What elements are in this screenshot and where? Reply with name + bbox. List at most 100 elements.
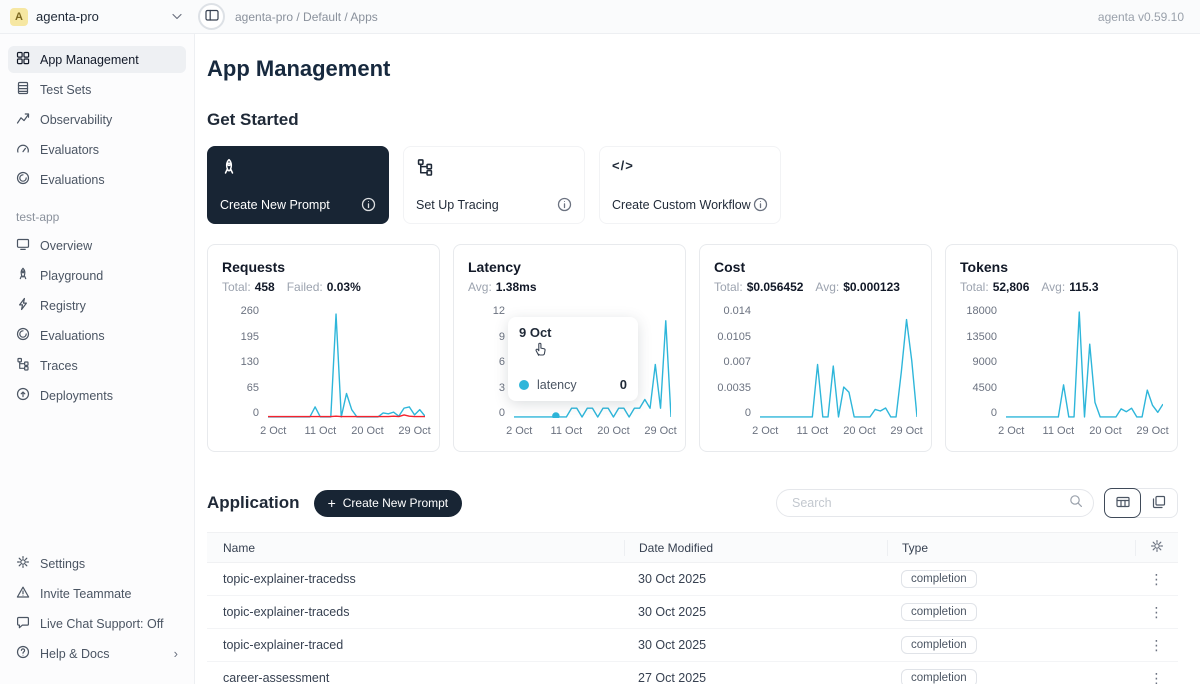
table-row[interactable]: topic-explainer-traced30 Oct 2025complet… (207, 629, 1178, 662)
sidebar-item-invite-teammate[interactable]: Invite Teammate (8, 580, 186, 607)
table-view-button[interactable] (1104, 488, 1141, 518)
y-tick-label: 0.014 (723, 305, 751, 317)
create-new-prompt-card[interactable]: Create New Prompt (207, 146, 389, 224)
stat: Avg:1.38ms (468, 280, 537, 294)
y-tick-label: 12 (493, 305, 505, 317)
card-label: Create New Prompt (220, 198, 330, 212)
sidebar-item-traces[interactable]: Traces (8, 352, 186, 379)
sidebar-item-help-docs[interactable]: Help & Docs› (8, 640, 186, 667)
y-tick-label: 0.007 (723, 356, 751, 368)
tooltip-value: 0 (620, 377, 627, 392)
search-input[interactable] (790, 495, 1069, 511)
row-menu-icon[interactable]: ⋮ (1150, 671, 1164, 684)
workspace-selector[interactable]: A agenta-pro (10, 8, 182, 26)
x-tick-label: 11 Oct (797, 425, 829, 437)
search-box (776, 489, 1094, 517)
sidebar-item-live-chat-support-off[interactable]: Live Chat Support: Off (8, 610, 186, 637)
x-tick-label: 29 Oct (644, 425, 676, 437)
breadcrumb[interactable]: agenta-pro / Default / Apps (235, 10, 378, 24)
hovered-point-marker (552, 412, 560, 418)
grid-icon (16, 51, 30, 68)
chart: 260195130650 (222, 310, 425, 419)
column-header-name[interactable]: Name (207, 540, 624, 556)
sidebar-item-evaluations[interactable]: Evaluations (8, 166, 186, 193)
cell-type: completion (887, 570, 1135, 588)
stat-card-stats: Avg:1.38ms (468, 280, 671, 294)
set-up-tracing-card[interactable]: Set Up Tracing (403, 146, 585, 224)
stat: Total:458 (222, 280, 275, 294)
chart-plot (1006, 310, 1163, 418)
sidebar-item-label: Observability (40, 113, 112, 127)
x-tick-label: 20 Oct (351, 425, 383, 437)
deploy-icon (16, 387, 30, 404)
project-label: test-app (16, 210, 178, 224)
gear-icon (16, 555, 30, 572)
stat-value: 115.3 (1069, 280, 1098, 294)
cell-date-modified: 30 Oct 2025 (624, 638, 887, 652)
sidebar-item-label: Deployments (40, 389, 113, 403)
x-tick-label: 20 Oct (597, 425, 629, 437)
y-tick-label: 195 (241, 331, 259, 343)
series-dot (519, 380, 529, 390)
row-menu-icon[interactable]: ⋮ (1150, 638, 1164, 652)
stat-value: 0.03% (327, 280, 361, 294)
table-header: Name Date Modified Type (207, 533, 1178, 563)
info-icon[interactable] (557, 197, 572, 212)
column-settings[interactable] (1135, 540, 1178, 556)
chart-y-axis: 260195130650 (222, 305, 268, 419)
x-tick-label: 2 Oct (752, 425, 778, 437)
chart: 1800013500900045000 (960, 310, 1163, 419)
row-menu-icon[interactable]: ⋮ (1150, 572, 1164, 586)
gauge-icon (16, 141, 30, 158)
stat-value: 52,806 (993, 280, 1030, 294)
cell-name: topic-explainer-tracedss (207, 572, 624, 586)
stat-card-stats: Total:52,806 Avg:115.3 (960, 280, 1163, 294)
sidebar-item-observability[interactable]: Observability (8, 106, 186, 133)
y-tick-label: 9000 (973, 356, 997, 368)
table-row[interactable]: topic-explainer-tracedss30 Oct 2025compl… (207, 563, 1178, 596)
sidebar-item-playground[interactable]: Playground (8, 262, 186, 289)
sidebar-item-evaluators[interactable]: Evaluators (8, 136, 186, 163)
sidebar-item-overview[interactable]: Overview (8, 232, 186, 259)
tooltip-series-label: latency (537, 378, 577, 392)
y-tick-label: 260 (241, 305, 259, 317)
main-content: App Management Get Started Create New Pr… (195, 34, 1200, 684)
sidebar-item-label: Evaluators (40, 143, 99, 157)
sidebar-item-label: Evaluations (40, 173, 105, 187)
stat: Total:52,806 (960, 280, 1029, 294)
stat-card-cost: Cost Total:$0.056452Avg:$0.000123 0.0140… (699, 244, 932, 452)
gear-icon (1150, 539, 1164, 556)
cell-name: career-assessment (207, 671, 624, 684)
type-badge: completion (901, 636, 977, 654)
tooltip-date: 9 Oct (519, 325, 627, 340)
info-icon[interactable] (753, 197, 768, 212)
y-tick-label: 130 (241, 356, 259, 368)
chart-x-axis: 2 Oct11 Oct20 Oct29 Oct (760, 425, 917, 441)
stat: Avg:115.3 (1041, 280, 1098, 294)
table-row[interactable]: career-assessment27 Oct 2025completion⋮ (207, 662, 1178, 684)
sidebar-item-test-sets[interactable]: Test Sets (8, 76, 186, 103)
sidebar-item-label: Playground (40, 269, 103, 283)
y-tick-label: 9 (499, 331, 505, 343)
column-header-type[interactable]: Type (887, 540, 1135, 556)
table-row[interactable]: topic-explainer-traceds30 Oct 2025comple… (207, 596, 1178, 629)
sidebar-item-settings[interactable]: Settings (8, 550, 186, 577)
stat-value: $0.000123 (843, 280, 900, 294)
y-tick-label: 0 (745, 407, 751, 419)
x-tick-label: 11 Oct (1043, 425, 1075, 437)
stat-card-title: Latency (468, 259, 671, 275)
sidebar-item-app-management[interactable]: App Management (8, 46, 186, 73)
sidebar-item-deployments[interactable]: Deployments (8, 382, 186, 409)
sidebar-collapse-button[interactable] (198, 3, 225, 30)
page-title: App Management (207, 56, 1178, 82)
column-header-date-modified[interactable]: Date Modified (624, 540, 887, 556)
sidebar-item-evaluations[interactable]: Evaluations (8, 322, 186, 349)
sidebar-item-registry[interactable]: Registry (8, 292, 186, 319)
cell-date-modified: 30 Oct 2025 (624, 572, 887, 586)
create-custom-workflow-card[interactable]: </> Create Custom Workflow (599, 146, 781, 224)
card-view-button[interactable] (1140, 489, 1177, 517)
row-menu-icon[interactable]: ⋮ (1150, 605, 1164, 619)
testsets-icon (16, 81, 30, 98)
create-new-prompt-button[interactable]: + Create New Prompt (314, 490, 463, 517)
info-icon[interactable] (361, 197, 376, 212)
